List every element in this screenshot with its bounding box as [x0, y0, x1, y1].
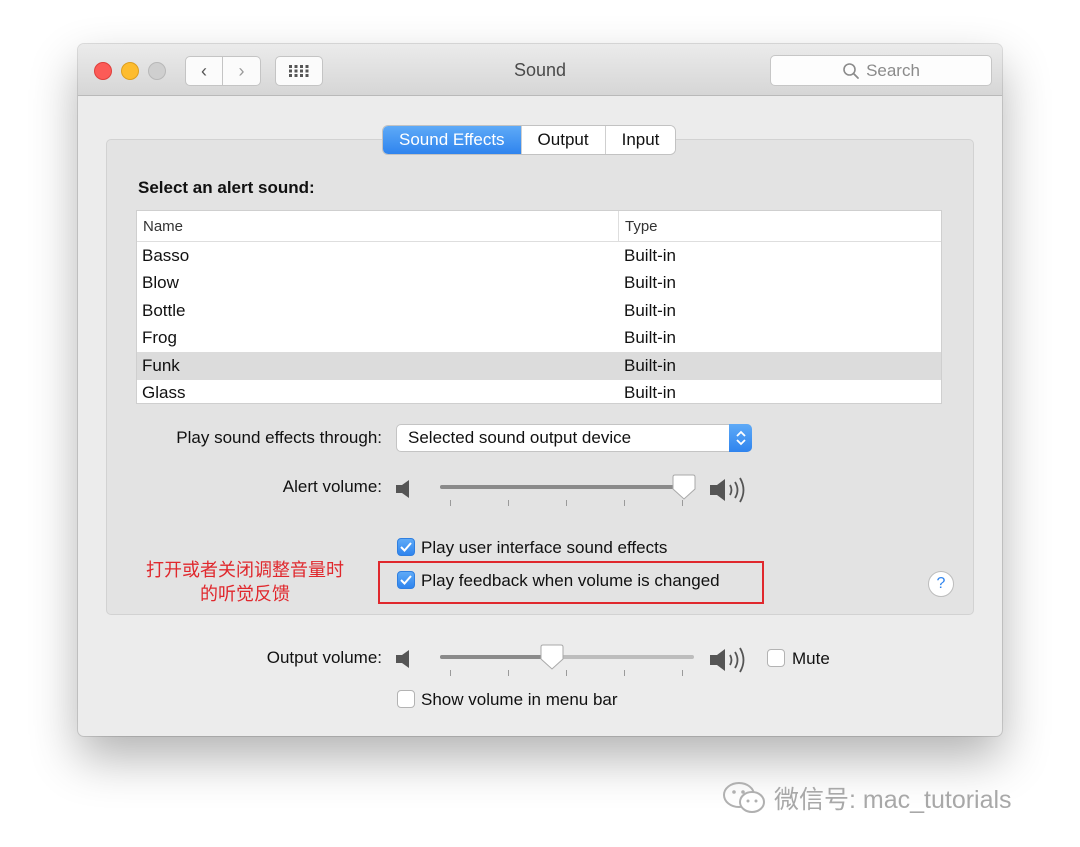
selected-device: Selected sound output device	[408, 428, 632, 447]
slider-tick	[450, 500, 451, 506]
slider-track	[440, 485, 694, 489]
table-row[interactable]: Glass Built-in	[137, 380, 941, 404]
slider-tick	[682, 500, 683, 506]
sound-type: Built-in	[624, 383, 676, 403]
play-through-label: Play sound effects through:	[176, 428, 382, 447]
show-volume-checkbox[interactable]	[397, 690, 415, 708]
alert-volume-label: Alert volume:	[282, 477, 382, 496]
sound-type: Built-in	[624, 273, 676, 293]
slider-tick	[566, 670, 567, 676]
annotation-line-2: 的听觉反馈	[200, 584, 290, 604]
show-volume-label[interactable]: Show volume in menu bar	[421, 690, 618, 710]
sound-name: Basso	[142, 245, 190, 265]
search-placeholder: Search	[866, 60, 920, 80]
help-icon: ?	[936, 575, 946, 592]
sound-type: Built-in	[624, 328, 676, 348]
speaker-quiet-icon	[396, 480, 409, 498]
slider-fill	[440, 655, 552, 659]
watermark-text: 微信号: mac_tutorials	[774, 786, 1012, 814]
slider-tick	[624, 500, 625, 506]
table-row[interactable]: Bottle Built-in	[137, 297, 941, 325]
ui-sounds-label[interactable]: Play user interface sound effects	[421, 538, 667, 558]
alert-sound-heading: Select an alert sound:	[138, 178, 315, 197]
sound-name: Frog	[142, 328, 177, 348]
table-row[interactable]: Frog Built-in	[137, 325, 941, 353]
sound-name: Glass	[142, 383, 186, 403]
checkmark-icon	[400, 542, 412, 552]
table-header: Name Type	[137, 211, 941, 242]
watermark: 微信号: mac_tutorials	[722, 780, 1012, 816]
search-icon	[843, 62, 859, 79]
sound-name: Bottle	[142, 300, 186, 320]
slider-thumb[interactable]	[672, 474, 696, 500]
speaker-quiet-icon	[396, 650, 409, 668]
mute-label[interactable]: Mute	[792, 649, 830, 669]
slider-track	[440, 655, 694, 659]
slider-fill	[440, 485, 684, 489]
tab-output[interactable]: Output	[520, 126, 605, 154]
slider-tick	[624, 670, 625, 676]
slider-tick	[508, 670, 509, 676]
table-row-selected[interactable]: Funk Built-in	[137, 352, 941, 380]
sound-name: Blow	[142, 273, 179, 293]
help-button[interactable]: ?	[928, 571, 954, 597]
table-row[interactable]: Basso Built-in	[137, 242, 941, 270]
annotation-line-1: 打开或者关闭调整音量时	[146, 560, 344, 580]
sound-name: Funk	[142, 355, 180, 375]
annotation-highlight-box	[378, 561, 764, 604]
tab-bar: Sound Effects Output Input	[383, 126, 676, 154]
mute-checkbox[interactable]	[767, 649, 785, 667]
alert-volume-slider[interactable]	[440, 466, 696, 516]
column-header-name[interactable]: Name	[137, 211, 619, 241]
sound-preferences-window: ‹ › Sound Search Sound Effects Output In…	[78, 44, 1002, 736]
speaker-loud-icon	[710, 477, 745, 503]
alert-sound-table[interactable]: Name Type Basso Built-in Blow Built-in B…	[136, 210, 942, 404]
slider-tick	[450, 670, 451, 676]
sound-type: Built-in	[624, 245, 676, 265]
speaker-loud-icon	[710, 647, 745, 673]
output-volume-slider[interactable]	[440, 636, 694, 686]
table-row[interactable]: Blow Built-in	[137, 270, 941, 298]
sound-type: Built-in	[624, 355, 676, 375]
tab-input[interactable]: Input	[604, 126, 676, 154]
wechat-icon	[723, 782, 765, 813]
tab-sound-effects[interactable]: Sound Effects	[383, 126, 521, 154]
slider-tick	[566, 500, 567, 506]
slider-tick	[682, 670, 683, 676]
sound-type: Built-in	[624, 300, 676, 320]
output-volume-label: Output volume:	[266, 648, 382, 667]
search-field[interactable]: Search	[770, 55, 992, 86]
slider-tick	[508, 500, 509, 506]
ui-sounds-checkbox[interactable]	[397, 538, 415, 556]
up-down-arrows-icon	[729, 424, 752, 452]
column-header-type[interactable]: Type	[619, 211, 658, 241]
annotation-text: 打开或者关闭调整音量时 的听觉反馈	[112, 558, 378, 606]
output-device-select[interactable]: Selected sound output device	[396, 424, 752, 452]
slider-thumb[interactable]	[540, 644, 564, 670]
title-bar: ‹ › Sound Search	[78, 44, 1002, 96]
